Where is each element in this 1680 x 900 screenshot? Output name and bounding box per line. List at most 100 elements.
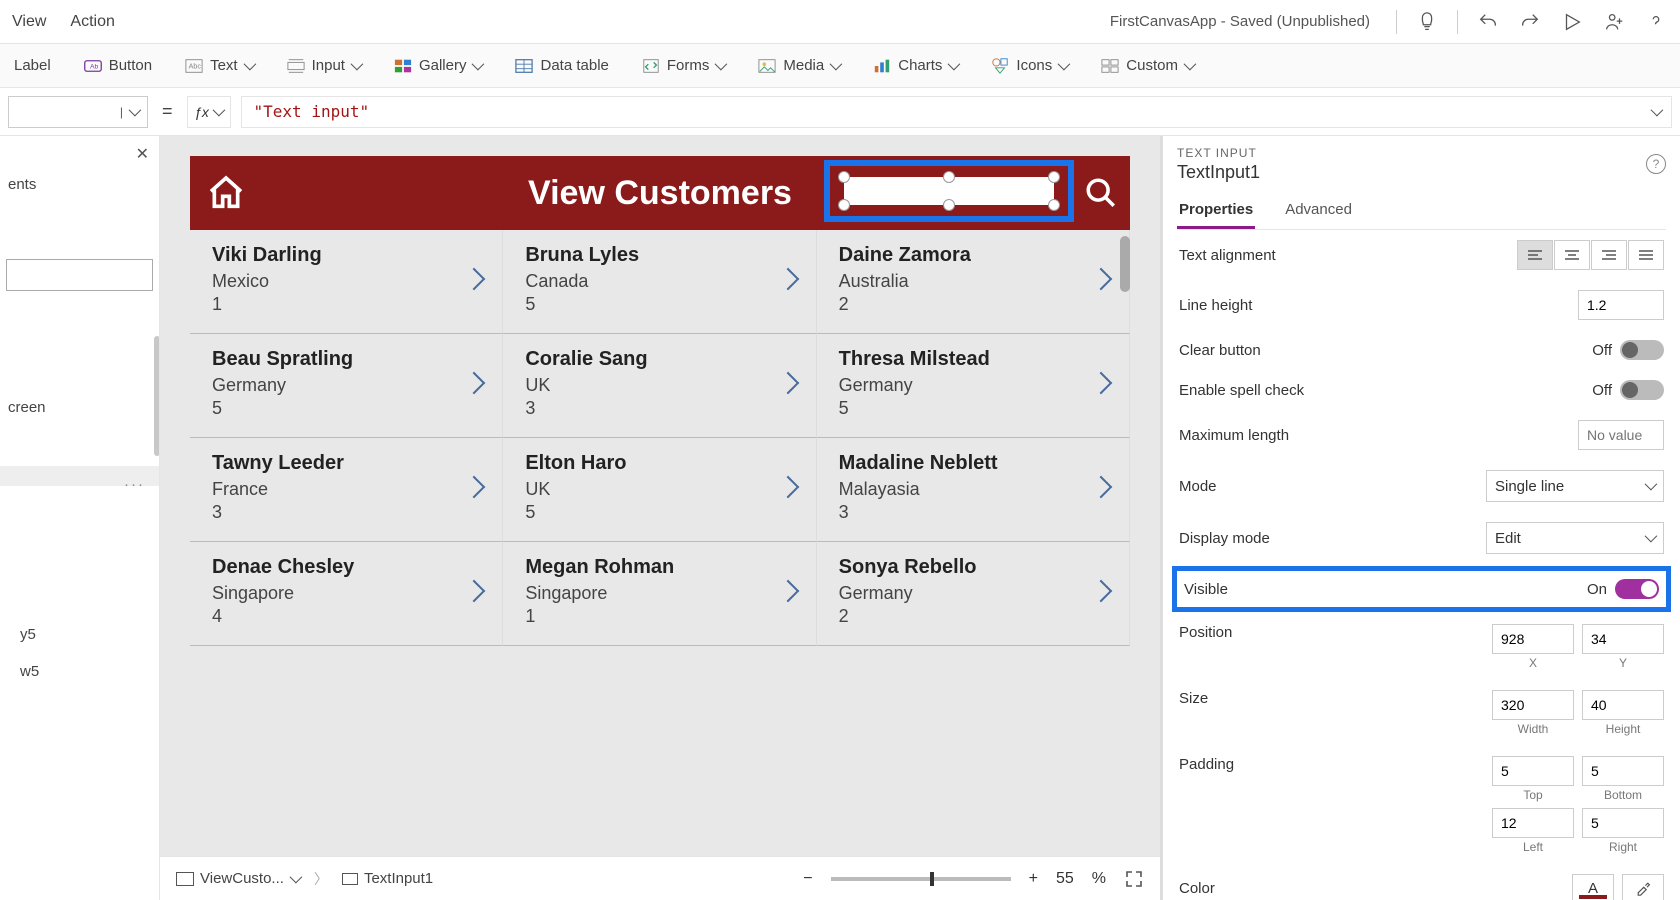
tree-screen-item[interactable]: creen: [0, 389, 159, 426]
app-header-title: View Customers: [528, 174, 792, 213]
prop-visible-label: Visible: [1184, 581, 1228, 598]
customer-cell[interactable]: Thresa MilsteadGermany5: [817, 334, 1130, 438]
zoom-out-button[interactable]: −: [803, 870, 812, 888]
breadcrumb-element[interactable]: TextInput1: [342, 870, 433, 887]
insert-label[interactable]: Label: [8, 53, 57, 78]
share-icon[interactable]: [1602, 10, 1626, 34]
visible-toggle[interactable]: [1615, 579, 1659, 599]
insert-media[interactable]: Media: [751, 52, 846, 80]
customer-cell[interactable]: Madaline NeblettMalayasia3: [817, 438, 1130, 542]
tree-selected-item[interactable]: ···: [0, 466, 159, 486]
search-icon[interactable]: [1084, 176, 1118, 210]
customer-cell[interactable]: Denae ChesleySingapore4: [190, 542, 503, 646]
tab-properties[interactable]: Properties: [1177, 195, 1255, 229]
padding-top-input[interactable]: [1492, 756, 1574, 786]
selected-textinput[interactable]: [824, 160, 1074, 222]
redo-icon[interactable]: [1518, 10, 1542, 34]
undo-icon[interactable]: [1476, 10, 1500, 34]
mode-select[interactable]: Single line: [1486, 470, 1664, 502]
customer-cell[interactable]: Megan RohmanSingapore1: [503, 542, 816, 646]
customer-cell[interactable]: Sonya RebelloGermany2: [817, 542, 1130, 646]
align-right-button[interactable]: [1591, 240, 1627, 270]
chevron-right-icon[interactable]: [1093, 271, 1115, 293]
fit-screen-icon[interactable]: [1124, 869, 1144, 889]
insert-button[interactable]: AbButton: [77, 52, 158, 80]
tree-item[interactable]: y5: [0, 616, 159, 653]
home-icon[interactable]: [206, 173, 246, 213]
insert-custom[interactable]: Custom: [1094, 52, 1200, 80]
zoom-in-button[interactable]: +: [1029, 870, 1038, 888]
customer-cell[interactable]: Tawny LeederFrance3: [190, 438, 503, 542]
chevron-right-icon[interactable]: [1093, 583, 1115, 605]
insert-icons[interactable]: Icons: [984, 52, 1074, 80]
chevron-right-icon[interactable]: [466, 271, 488, 293]
clear-button-toggle[interactable]: [1620, 340, 1664, 360]
property-selector[interactable]: |: [8, 96, 148, 128]
insert-data-table[interactable]: Data table: [508, 52, 614, 80]
expand-formula-icon[interactable]: [1651, 107, 1661, 117]
resize-handle[interactable]: [1048, 199, 1060, 211]
divider: [1457, 10, 1458, 34]
insert-input[interactable]: Input: [280, 52, 367, 80]
menu-view[interactable]: View: [12, 13, 46, 31]
chevron-right-icon[interactable]: [780, 271, 802, 293]
menu-action[interactable]: Action: [70, 13, 114, 31]
insert-gallery[interactable]: Gallery: [387, 52, 489, 80]
divider: [1396, 10, 1397, 34]
chevron-right-icon[interactable]: [780, 375, 802, 397]
customer-cell[interactable]: Daine ZamoraAustralia2: [817, 230, 1130, 334]
position-x-input[interactable]: [1492, 624, 1574, 654]
display-mode-select[interactable]: Edit: [1486, 522, 1664, 554]
insert-text[interactable]: AbcText: [178, 52, 260, 80]
customer-cell[interactable]: Elton HaroUK5: [503, 438, 816, 542]
customer-country: Canada: [525, 271, 797, 292]
more-icon[interactable]: ···: [124, 476, 145, 493]
resize-handle[interactable]: [1048, 171, 1060, 183]
panel-help-icon[interactable]: ?: [1646, 154, 1666, 174]
tab-advanced[interactable]: Advanced: [1283, 195, 1354, 229]
help-icon[interactable]: [1644, 10, 1668, 34]
formula-input[interactable]: "Text input": [241, 96, 1672, 128]
resize-handle[interactable]: [943, 171, 955, 183]
align-justify-button[interactable]: [1628, 240, 1664, 270]
chevron-right-icon[interactable]: [1093, 479, 1115, 501]
color-picker-icon[interactable]: [1622, 874, 1664, 900]
padding-bottom-input[interactable]: [1582, 756, 1664, 786]
zoom-slider[interactable]: [831, 877, 1011, 881]
line-height-input[interactable]: [1578, 290, 1664, 320]
size-height-input[interactable]: [1582, 690, 1664, 720]
app-checker-icon[interactable]: [1415, 10, 1439, 34]
chevron-right-icon[interactable]: [780, 583, 802, 605]
tree-search-input[interactable]: [6, 259, 153, 291]
font-color-button[interactable]: A: [1572, 874, 1614, 900]
breadcrumb-screen[interactable]: ViewCusto...: [176, 870, 300, 887]
close-icon[interactable]: ✕: [136, 144, 149, 164]
insert-forms[interactable]: Forms: [635, 52, 732, 80]
align-center-button[interactable]: [1554, 240, 1590, 270]
padding-left-input[interactable]: [1492, 808, 1574, 838]
max-length-input[interactable]: [1578, 420, 1664, 450]
resize-handle[interactable]: [838, 199, 850, 211]
gallery-scrollbar[interactable]: [1120, 236, 1130, 292]
fx-dropdown[interactable]: ƒx: [187, 96, 231, 128]
resize-handle[interactable]: [943, 199, 955, 211]
customer-cell[interactable]: Coralie SangUK3: [503, 334, 816, 438]
customer-cell[interactable]: Viki DarlingMexico1: [190, 230, 503, 334]
chevron-right-icon[interactable]: [466, 375, 488, 397]
chevron-right-icon[interactable]: [780, 479, 802, 501]
position-y-input[interactable]: [1582, 624, 1664, 654]
resize-handle[interactable]: [838, 171, 850, 183]
chevron-right-icon[interactable]: [466, 583, 488, 605]
play-icon[interactable]: [1560, 10, 1584, 34]
spell-check-toggle[interactable]: [1620, 380, 1664, 400]
tree-item[interactable]: w5: [0, 653, 159, 690]
chevron-right-icon[interactable]: [1093, 375, 1115, 397]
padding-right-input[interactable]: [1582, 808, 1664, 838]
size-width-input[interactable]: [1492, 690, 1574, 720]
app-canvas[interactable]: View Customers Viki DarlingMexico1Bruna …: [190, 156, 1130, 646]
customer-cell[interactable]: Bruna LylesCanada5: [503, 230, 816, 334]
insert-charts[interactable]: Charts: [866, 52, 964, 80]
customer-cell[interactable]: Beau SpratlingGermany5: [190, 334, 503, 438]
align-left-button[interactable]: [1517, 240, 1553, 270]
chevron-right-icon[interactable]: [466, 479, 488, 501]
